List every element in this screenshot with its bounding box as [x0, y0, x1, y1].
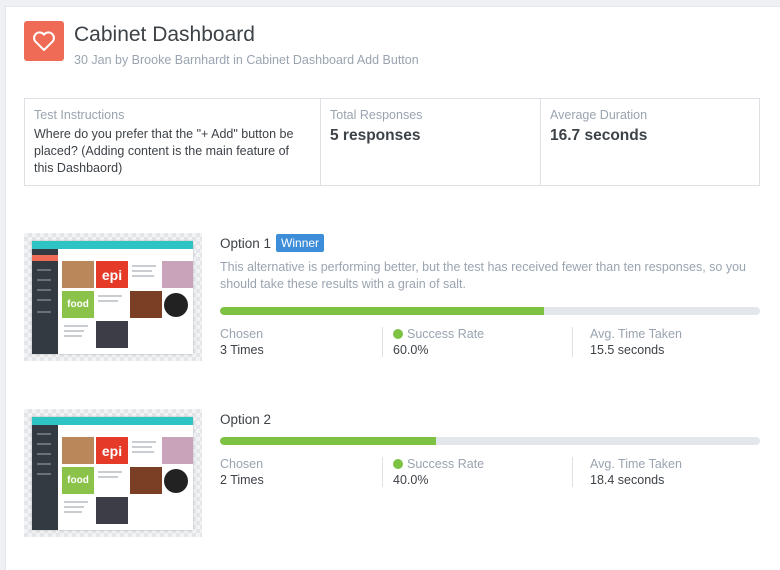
- instructions-label: Test Instructions: [34, 108, 125, 122]
- metric-success-rate: Success Rate 60.0%: [382, 327, 572, 357]
- stat-duration: Average Duration 16.7 seconds: [541, 99, 759, 185]
- success-rate-value: 60.0%: [393, 343, 429, 357]
- success-dot-icon: [393, 459, 403, 469]
- success-dot-icon: [393, 329, 403, 339]
- success-rate-bar-fill: [220, 307, 544, 315]
- metric-avg-time: Avg. Time Taken 15.5 seconds: [572, 327, 760, 357]
- preview-epi-text: epi: [96, 261, 128, 288]
- instructions-text: Where do you prefer that the "+ Add" but…: [34, 127, 294, 175]
- metric-chosen: Chosen 3 Times: [220, 327, 382, 357]
- heart-icon: [24, 21, 64, 61]
- avg-time-label: Avg. Time Taken: [590, 327, 682, 341]
- metric-chosen: Chosen 2 Times: [220, 457, 382, 487]
- responses-value: 5 responses: [330, 127, 421, 144]
- preview-food-text: food: [62, 291, 94, 318]
- option-thumbnail[interactable]: epi food: [24, 233, 202, 361]
- responses-label: Total Responses: [330, 108, 423, 122]
- winner-badge: Winner: [276, 234, 325, 252]
- success-rate-bar-fill: [220, 437, 436, 445]
- avg-time-label: Avg. Time Taken: [590, 457, 682, 471]
- success-rate-label: Success Rate: [407, 327, 485, 341]
- chosen-label: Chosen: [220, 327, 264, 341]
- page-subtitle: 30 Jan by Brooke Barnhardt in Cabinet Da…: [74, 53, 419, 67]
- summary-stats: Test Instructions Where do you prefer th…: [24, 98, 760, 186]
- option-title: Option 1: [220, 235, 272, 251]
- success-rate-value: 40.0%: [393, 473, 429, 487]
- option-details: Option 1 Winner This alternative is perf…: [220, 233, 760, 357]
- metric-avg-time: Avg. Time Taken 18.4 seconds: [572, 457, 760, 487]
- option-title: Option 2: [220, 411, 272, 427]
- header: Cabinet Dashboard 30 Jan by Brooke Barnh…: [24, 21, 419, 67]
- page-title: Cabinet Dashboard: [74, 23, 255, 46]
- design-preview: epi food: [32, 241, 193, 354]
- duration-label: Average Duration: [550, 108, 648, 122]
- stat-instructions: Test Instructions Where do you prefer th…: [25, 99, 321, 185]
- option-description: This alternative is performing better, b…: [220, 260, 746, 291]
- chosen-label: Chosen: [220, 457, 264, 471]
- chosen-value: 3 Times: [220, 343, 264, 357]
- avg-time-value: 15.5 seconds: [590, 343, 665, 357]
- preview-epi-text: epi: [96, 437, 128, 464]
- stat-responses: Total Responses 5 responses: [321, 99, 541, 185]
- duration-value: 16.7 seconds: [550, 127, 648, 144]
- design-preview: epi food: [32, 417, 193, 530]
- page: Cabinet Dashboard 30 Jan by Brooke Barnh…: [5, 6, 780, 570]
- avg-time-value: 18.4 seconds: [590, 473, 665, 487]
- option-details: Option 2 Chosen 2 Times Success Rate 40.…: [220, 409, 760, 487]
- metric-success-rate: Success Rate 40.0%: [382, 457, 572, 487]
- option-thumbnail[interactable]: epi food: [24, 409, 202, 537]
- success-rate-bar: [220, 307, 760, 315]
- success-rate-label: Success Rate: [407, 457, 485, 471]
- preview-food-text: food: [62, 467, 94, 494]
- success-rate-bar: [220, 437, 760, 445]
- chosen-value: 2 Times: [220, 473, 264, 487]
